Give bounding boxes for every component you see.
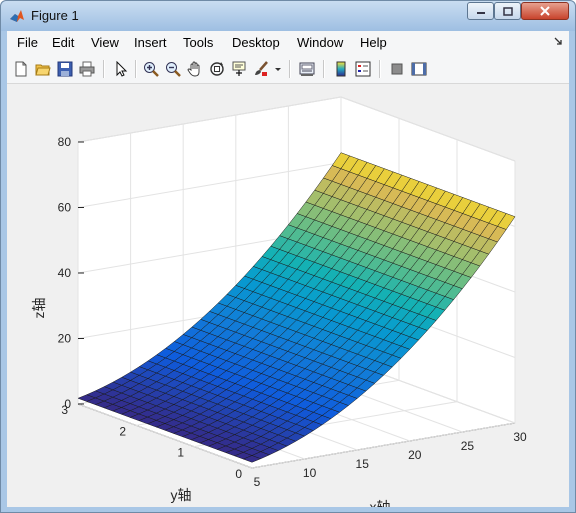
menu-window[interactable]: Window xyxy=(297,35,343,50)
edit-plot-button[interactable] xyxy=(111,59,131,79)
figure-client-area: File Edit View Insert Tools Desktop Wind… xyxy=(7,31,569,513)
z-axis-label: z轴 xyxy=(31,298,47,319)
brush-dropdown-button[interactable] xyxy=(273,59,283,79)
insert-colorbar-button[interactable] xyxy=(331,59,351,79)
menu-view[interactable]: View xyxy=(91,35,119,50)
brush-icon xyxy=(255,61,268,76)
title-bar[interactable]: Figure 1 xyxy=(1,1,575,31)
menu-tools[interactable]: Tools xyxy=(183,35,213,50)
maximize-icon xyxy=(502,6,513,16)
x-tick-label: 10 xyxy=(303,466,317,480)
open-file-icon xyxy=(35,64,51,76)
z-tick-label: 80 xyxy=(58,135,72,149)
save-icon xyxy=(57,61,73,77)
x-tick-label: 30 xyxy=(513,430,527,444)
z-tick-label: 60 xyxy=(58,201,72,215)
insert-legend-button[interactable] xyxy=(353,59,373,79)
maximize-button[interactable] xyxy=(494,2,521,20)
print-button[interactable] xyxy=(77,59,97,79)
brush-dropdown-icon xyxy=(275,68,281,71)
open-file-button[interactable] xyxy=(33,59,53,79)
y-tick-label: 3 xyxy=(61,403,68,417)
edit-plot-arrow-icon xyxy=(116,61,128,77)
zoom-in-button[interactable] xyxy=(141,59,161,79)
data-cursor-button[interactable] xyxy=(229,59,249,79)
pan-button[interactable] xyxy=(185,59,205,79)
x-axis-label: x轴 xyxy=(370,499,391,507)
new-figure-button[interactable] xyxy=(11,59,31,79)
x-tick-label: 5 xyxy=(254,475,261,489)
menu-edit[interactable]: Edit xyxy=(52,35,74,50)
z-tick-label: 40 xyxy=(58,266,72,280)
data-cursor-icon xyxy=(232,61,246,76)
pan-hand-icon xyxy=(187,61,200,77)
y-tick-label: 2 xyxy=(119,424,126,438)
hide-plot-tools-button[interactable] xyxy=(387,59,407,79)
zoom-out-icon xyxy=(166,62,181,77)
y-axis-label: y轴 xyxy=(171,487,192,503)
menu-file[interactable]: File xyxy=(17,35,38,50)
close-icon xyxy=(540,6,550,16)
show-plot-tools-button[interactable] xyxy=(409,59,429,79)
legend-icon xyxy=(355,61,371,77)
surface-plot[interactable]: 020406080012351015202530 z轴 y轴 x轴 xyxy=(7,84,569,513)
rotate-3d-icon xyxy=(210,62,224,76)
link-plot-button[interactable] xyxy=(297,59,317,79)
menu-insert[interactable]: Insert xyxy=(134,35,167,50)
minimize-button[interactable] xyxy=(467,2,494,20)
zoom-in-icon xyxy=(144,62,159,77)
menu-desktop[interactable]: Desktop xyxy=(232,35,280,50)
matlab-logo-icon xyxy=(10,10,24,22)
zoom-out-button[interactable] xyxy=(163,59,183,79)
minimize-icon xyxy=(476,12,485,14)
figure-canvas[interactable]: 0 20 40 60 80 0 1 2 3 5 10 15 20 25 30 z轴 y轴 x轴 xyxy=(7,84,569,513)
menu-bar: File Edit View Insert Tools Desktop Wind… xyxy=(7,31,569,55)
link-plot-icon xyxy=(299,62,315,76)
show-plot-tools-icon xyxy=(411,62,427,76)
x-tick-label: 25 xyxy=(461,439,475,453)
figure-window: Figure 1 File Edit View Insert Tools Des… xyxy=(0,0,576,513)
close-button[interactable] xyxy=(521,2,569,20)
hide-plot-tools-icon xyxy=(391,63,403,75)
y-tick-label: 1 xyxy=(177,446,184,460)
colorbar-icon xyxy=(336,61,346,77)
new-figure-icon xyxy=(15,61,27,77)
figure-toolbar xyxy=(7,55,569,84)
menu-help[interactable]: Help xyxy=(360,35,387,50)
brush-button[interactable] xyxy=(251,59,271,79)
y-tick-label: 0 xyxy=(235,467,242,481)
dock-arrow-icon[interactable] xyxy=(553,36,563,46)
x-tick-label: 20 xyxy=(408,448,422,462)
print-icon xyxy=(79,61,95,77)
window-title: Figure 1 xyxy=(31,8,79,23)
save-button[interactable] xyxy=(55,59,75,79)
x-tick-label: 15 xyxy=(356,457,370,471)
z-tick-label: 20 xyxy=(58,332,72,346)
rotate-3d-button[interactable] xyxy=(207,59,227,79)
